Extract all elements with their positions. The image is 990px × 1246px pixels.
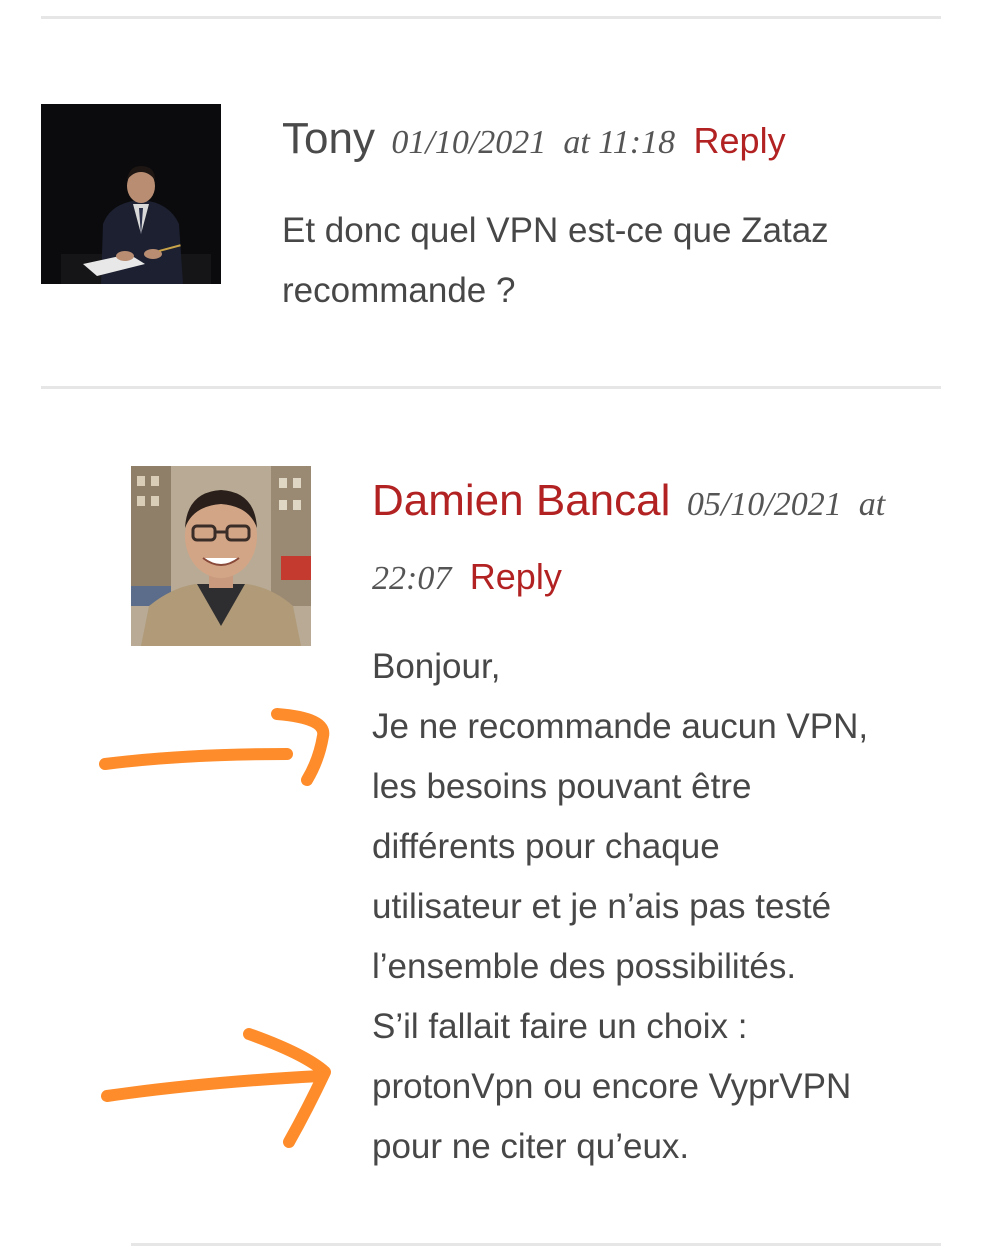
comment-author: Tony: [282, 114, 375, 163]
comment-time: 11:18: [598, 124, 676, 161]
avatar: [131, 466, 311, 646]
comment-header-wrap: 22:07 Reply: [372, 556, 562, 598]
avatar: [41, 104, 221, 284]
comment-date[interactable]: 01/10/2021 at 11:18: [391, 124, 675, 161]
top-divider: [41, 16, 941, 19]
reply-link[interactable]: Reply: [470, 556, 562, 597]
comment-author: Damien Bancal: [372, 476, 671, 525]
comment-date-value: 05/10/2021: [686, 486, 842, 523]
annotation-arrow-icon: [101, 1028, 331, 1148]
comment-line: pour ne citer qu’eux.: [372, 1127, 690, 1166]
comment-line: les besoins pouvant être: [372, 767, 752, 806]
comment-line: utilisateur et je n’ais pas testé: [372, 887, 832, 926]
comment-header: Damien Bancal 05/10/2021 at: [372, 476, 885, 526]
comment-body: Et donc quel VPN est-ce que Zataz recomm…: [282, 201, 829, 321]
comment-line: recommande ?: [282, 271, 516, 310]
comment-line: Bonjour,: [372, 647, 501, 686]
comment-date-value: 01/10/2021: [391, 124, 547, 161]
comment-date[interactable]: 05/10/2021 at: [687, 486, 885, 523]
comment-line: Et donc quel VPN est-ce que Zataz: [282, 211, 829, 250]
annotation-arrow-icon: [99, 708, 330, 786]
comment-line: Je ne recommande aucun VPN,: [372, 707, 869, 746]
comment-at: at: [563, 124, 590, 161]
comment-line: l’ensemble des possibilités.: [372, 947, 797, 986]
comment-line: S’il fallait faire un choix :: [372, 1007, 748, 1046]
comment-header: Tony 01/10/2021 at 11:18 Reply: [282, 114, 786, 164]
reply-link[interactable]: Reply: [694, 120, 786, 161]
comment-divider: [41, 386, 941, 389]
comment-at: at: [858, 486, 886, 523]
comment-time[interactable]: 22:07: [372, 560, 451, 597]
comment-line: protonVpn ou encore VyprVPN: [372, 1067, 852, 1106]
comment-line: différents pour chaque: [372, 827, 720, 866]
comment-body: Bonjour, Je ne recommande aucun VPN, les…: [372, 637, 868, 1177]
